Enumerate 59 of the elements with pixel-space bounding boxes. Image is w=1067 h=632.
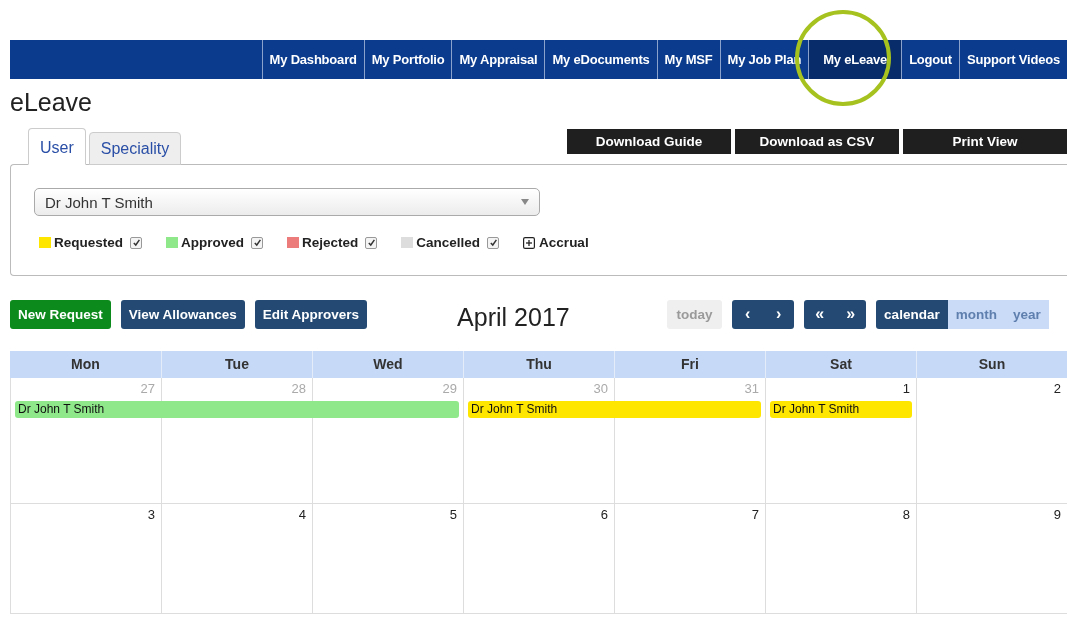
nav-item[interactable]: My Portfolio — [363, 40, 452, 79]
day-header: Sun — [916, 351, 1067, 378]
user-select[interactable]: Dr John T Smith — [34, 188, 540, 216]
legend-label: Rejected — [302, 235, 359, 250]
checkbox[interactable] — [130, 236, 143, 249]
legend-label: Approved — [181, 235, 245, 250]
day-header: Tue — [161, 351, 312, 378]
day-header: Fri — [614, 351, 765, 378]
action-button[interactable]: Print View — [903, 129, 1067, 154]
date-number: 28 — [290, 380, 307, 398]
legend-label: Requested — [54, 235, 124, 250]
calendar-title: April 2017 — [457, 302, 571, 332]
checkbox[interactable] — [487, 236, 500, 249]
action-button[interactable]: Edit Approvers — [254, 299, 368, 329]
tab[interactable]: User — [28, 128, 86, 165]
date-number: 3 — [146, 506, 156, 524]
day-header: Sat — [765, 351, 916, 378]
date-number: 1 — [901, 380, 911, 398]
date-number: 31 — [743, 380, 760, 398]
leave-event[interactable]: Dr John T Smith — [15, 401, 459, 418]
date-number: 30 — [592, 380, 609, 398]
nav-item[interactable]: My MSF — [656, 40, 720, 79]
previous-year-button[interactable]: « — [804, 299, 836, 329]
next-year-button[interactable]: » — [835, 299, 867, 329]
legend-label: Cancelled — [416, 235, 481, 250]
nav-item[interactable]: My eDocuments — [544, 40, 657, 79]
day-header: Mon — [70, 355, 101, 374]
caret-icon — [521, 199, 529, 205]
nav-item[interactable]: My Dashboard — [261, 40, 364, 79]
tab[interactable]: Speciality — [88, 132, 182, 165]
page-title: eLeave — [10, 87, 94, 117]
date-number: 2 — [1052, 380, 1062, 398]
plus-box-icon[interactable] — [523, 236, 536, 249]
day-header: Wed — [312, 351, 463, 378]
date-number: 27 — [139, 380, 156, 398]
date-number: 6 — [599, 506, 609, 524]
previous-button[interactable]: ‹ — [732, 299, 764, 329]
nav-item[interactable]: My eLeave — [808, 40, 902, 79]
action-button[interactable]: View Allowances — [120, 299, 245, 329]
nav-item[interactable]: My Appraisal — [451, 40, 545, 79]
date-number: 4 — [297, 506, 307, 524]
nav-item[interactable]: Support Videos — [958, 40, 1067, 79]
day-header: Thu — [463, 351, 614, 378]
date-number: 29 — [441, 380, 458, 398]
date-number: 8 — [901, 506, 911, 524]
nav-item[interactable]: Logout — [901, 40, 959, 79]
action-button[interactable]: New Request — [10, 299, 111, 329]
action-button[interactable]: Download Guide — [567, 129, 731, 154]
checkbox[interactable] — [251, 236, 264, 249]
next-button[interactable]: › — [763, 299, 795, 329]
view-button[interactable]: calendar — [876, 299, 948, 329]
date-number: 5 — [448, 506, 458, 524]
leave-event[interactable]: Dr John T Smith — [770, 401, 912, 418]
date-number: 9 — [1052, 506, 1062, 524]
checkbox[interactable] — [365, 236, 378, 249]
action-button[interactable]: Download as CSV — [735, 129, 899, 154]
leave-event[interactable]: Dr John T Smith — [468, 401, 761, 418]
date-number: 7 — [750, 506, 760, 524]
accrual-label: Accrual — [539, 235, 589, 250]
